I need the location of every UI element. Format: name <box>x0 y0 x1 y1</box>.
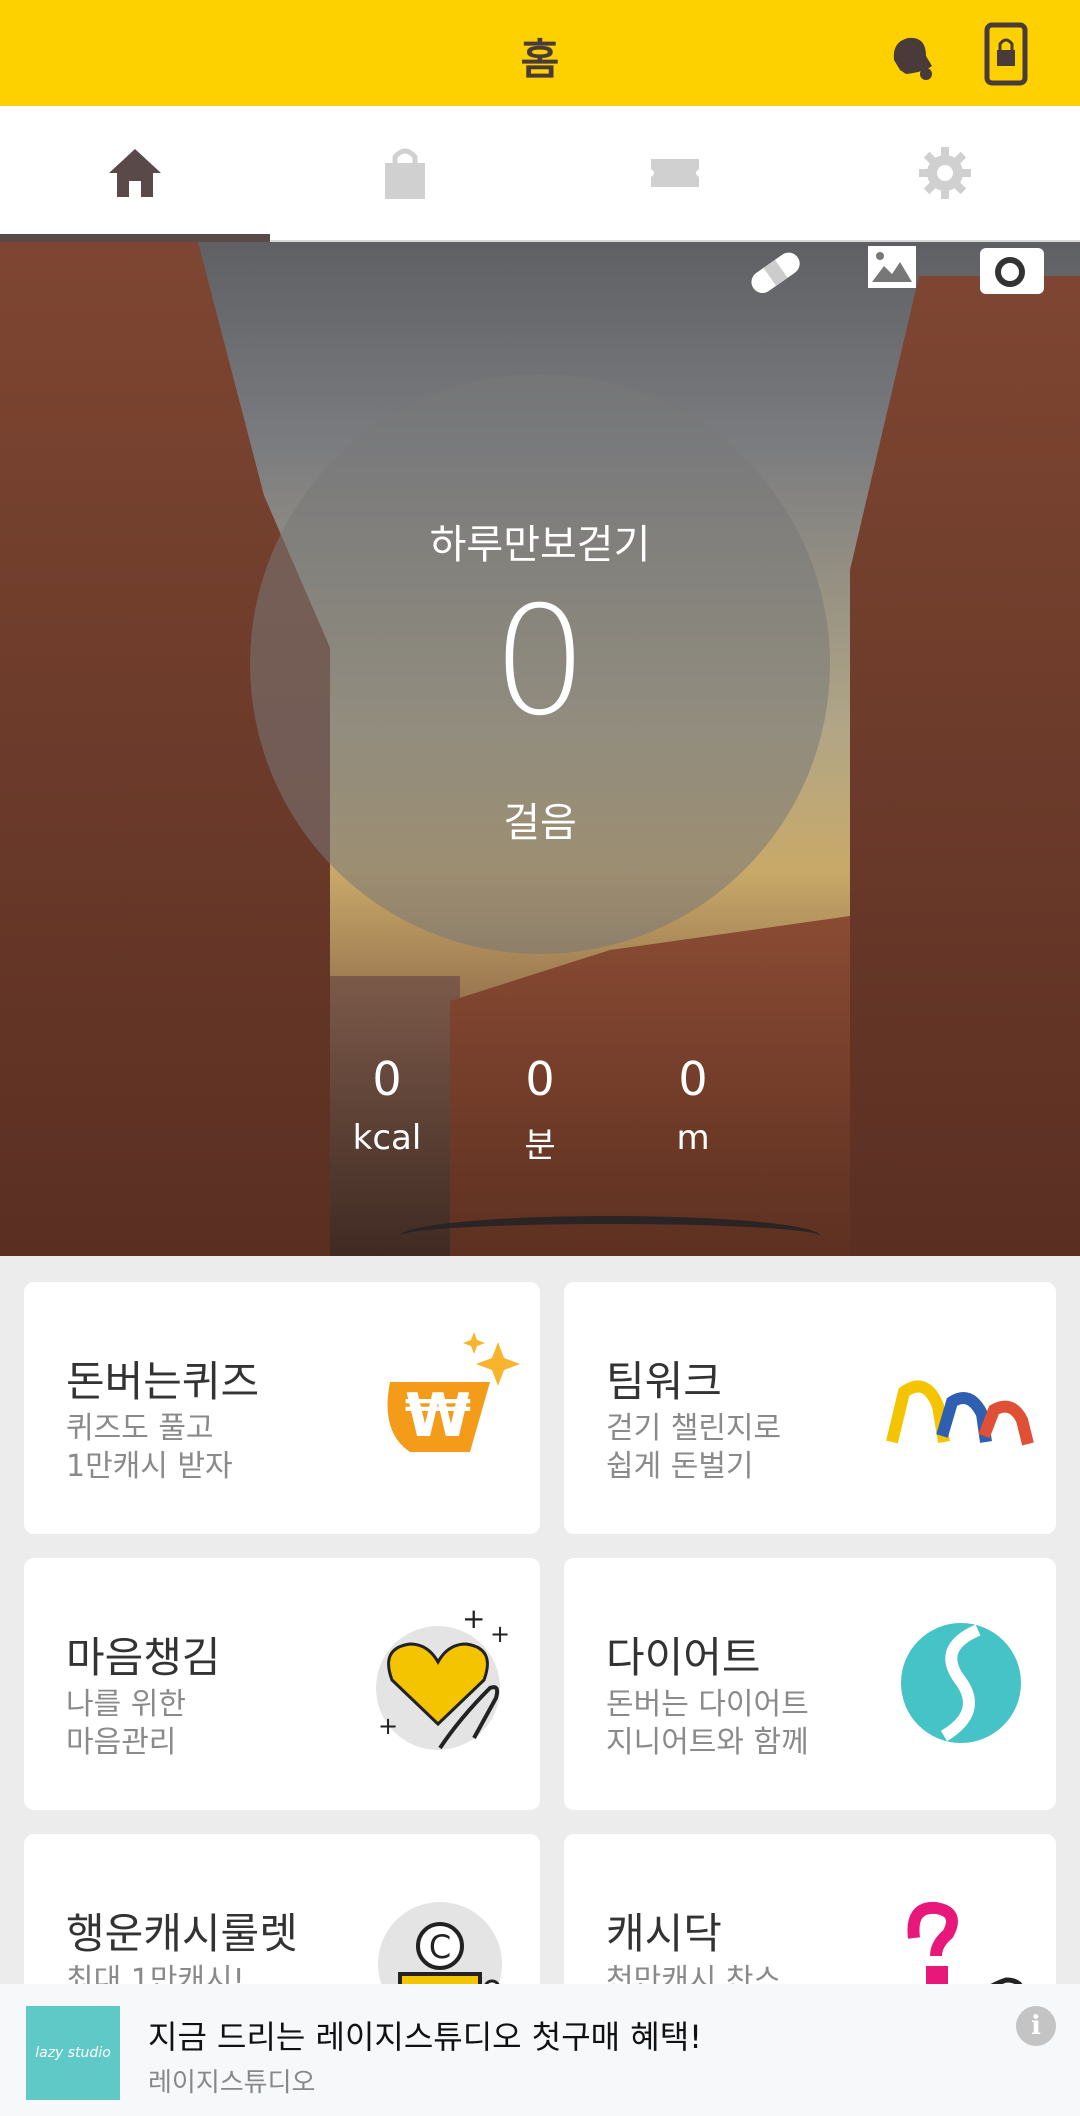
stat-distance: 0 m <box>618 1052 768 1158</box>
card-title: 마음챙김 <box>66 1633 221 1682</box>
ad-banner[interactable]: lazy studio 지금 드리는 레이지스튜디오 첫구매 혜택! 레이지스튜… <box>0 1984 1080 2116</box>
gear-icon <box>919 147 971 199</box>
card-title: 행운캐시룰렛 <box>66 1909 298 1958</box>
image-icon[interactable] <box>858 242 928 302</box>
step-counter-hero: 하루만보걷기 0 걸음 0 kcal 0 분 0 m <box>0 242 1080 1256</box>
stat-calories: 0 kcal <box>312 1052 462 1158</box>
camera-icon[interactable] <box>978 242 1048 302</box>
svg-text:C: C <box>429 1928 451 1966</box>
stat-unit: kcal <box>352 1118 422 1158</box>
card-teamwork[interactable]: 팀워크 걷기 챌린지로 쉽게 돈벌기 <box>564 1282 1056 1534</box>
ad-subtitle: 레이지스튜디오 <box>148 2068 316 2098</box>
home-icon <box>109 149 161 197</box>
won-coin-icon: ₩ <box>387 1332 520 1452</box>
tab-coupon[interactable] <box>540 106 810 240</box>
background-bridge <box>400 1216 820 1256</box>
stat-minutes: 0 분 <box>465 1052 615 1167</box>
step-unit: 걸음 <box>503 800 577 846</box>
teamwork-arches-icon <box>886 1380 1034 1446</box>
card-subtitle: 나를 위한 마음관리 <box>66 1687 186 1760</box>
card-title: 캐시닥 <box>606 1909 722 1958</box>
card-title: 팀워크 <box>606 1357 722 1406</box>
card-title: 돈버는퀴즈 <box>66 1357 260 1406</box>
active-tab-indicator <box>0 234 270 242</box>
card-mindfulness[interactable]: 마음챙김 나를 위한 마음관리 + + + <box>24 1558 540 1810</box>
ad-logo: lazy studio <box>26 2006 120 2100</box>
tab-settings[interactable] <box>810 106 1080 240</box>
svg-text:+: + <box>378 1712 398 1740</box>
background-building <box>850 276 1080 1256</box>
card-subtitle: 퀴즈도 풀고 1만캐시 받자 <box>66 1411 233 1484</box>
ad-info-icon[interactable]: i <box>1016 2006 1056 2046</box>
heart-hand-icon: + + + <box>376 1608 510 1750</box>
card-diet[interactable]: 다이어트 돈버는 다이어트 지니어트와 함께 <box>564 1558 1056 1810</box>
tab-bar <box>0 106 1080 242</box>
ad-title: 지금 드리는 레이지스튜디오 첫구매 혜택! <box>148 2018 702 2056</box>
stat-unit: m <box>676 1118 710 1158</box>
svg-text:+: + <box>462 1608 485 1635</box>
shopping-bag-icon <box>385 148 425 199</box>
stat-unit: 분 <box>524 1126 556 1166</box>
card-title: 다이어트 <box>606 1633 761 1682</box>
screen-lock-icon[interactable] <box>984 22 1028 86</box>
diet-logo-icon <box>901 1623 1021 1743</box>
svg-text:₩: ₩ <box>405 1381 471 1451</box>
stat-value: 0 <box>525 1052 555 1106</box>
card-subtitle: 돈버는 다이어트 지니어트와 함께 <box>606 1687 809 1760</box>
card-subtitle: 걷기 챌린지로 쉽게 돈벌기 <box>606 1411 782 1484</box>
tab-shop[interactable] <box>270 106 540 240</box>
stat-value: 0 <box>372 1052 402 1106</box>
app-bar: 홈 <box>0 0 1080 106</box>
tab-home[interactable] <box>0 106 270 240</box>
bell-icon[interactable] <box>884 30 936 82</box>
bandage-icon[interactable] <box>740 242 810 302</box>
step-count: 0 <box>492 575 588 749</box>
card-quiz[interactable]: 돈버는퀴즈 퀴즈도 풀고 1만캐시 받자 ₩ <box>24 1282 540 1534</box>
svg-text:+: + <box>490 1620 510 1648</box>
ticket-icon <box>651 159 699 187</box>
circle-title: 하루만보걷기 <box>429 522 651 568</box>
stat-value: 0 <box>678 1052 708 1106</box>
